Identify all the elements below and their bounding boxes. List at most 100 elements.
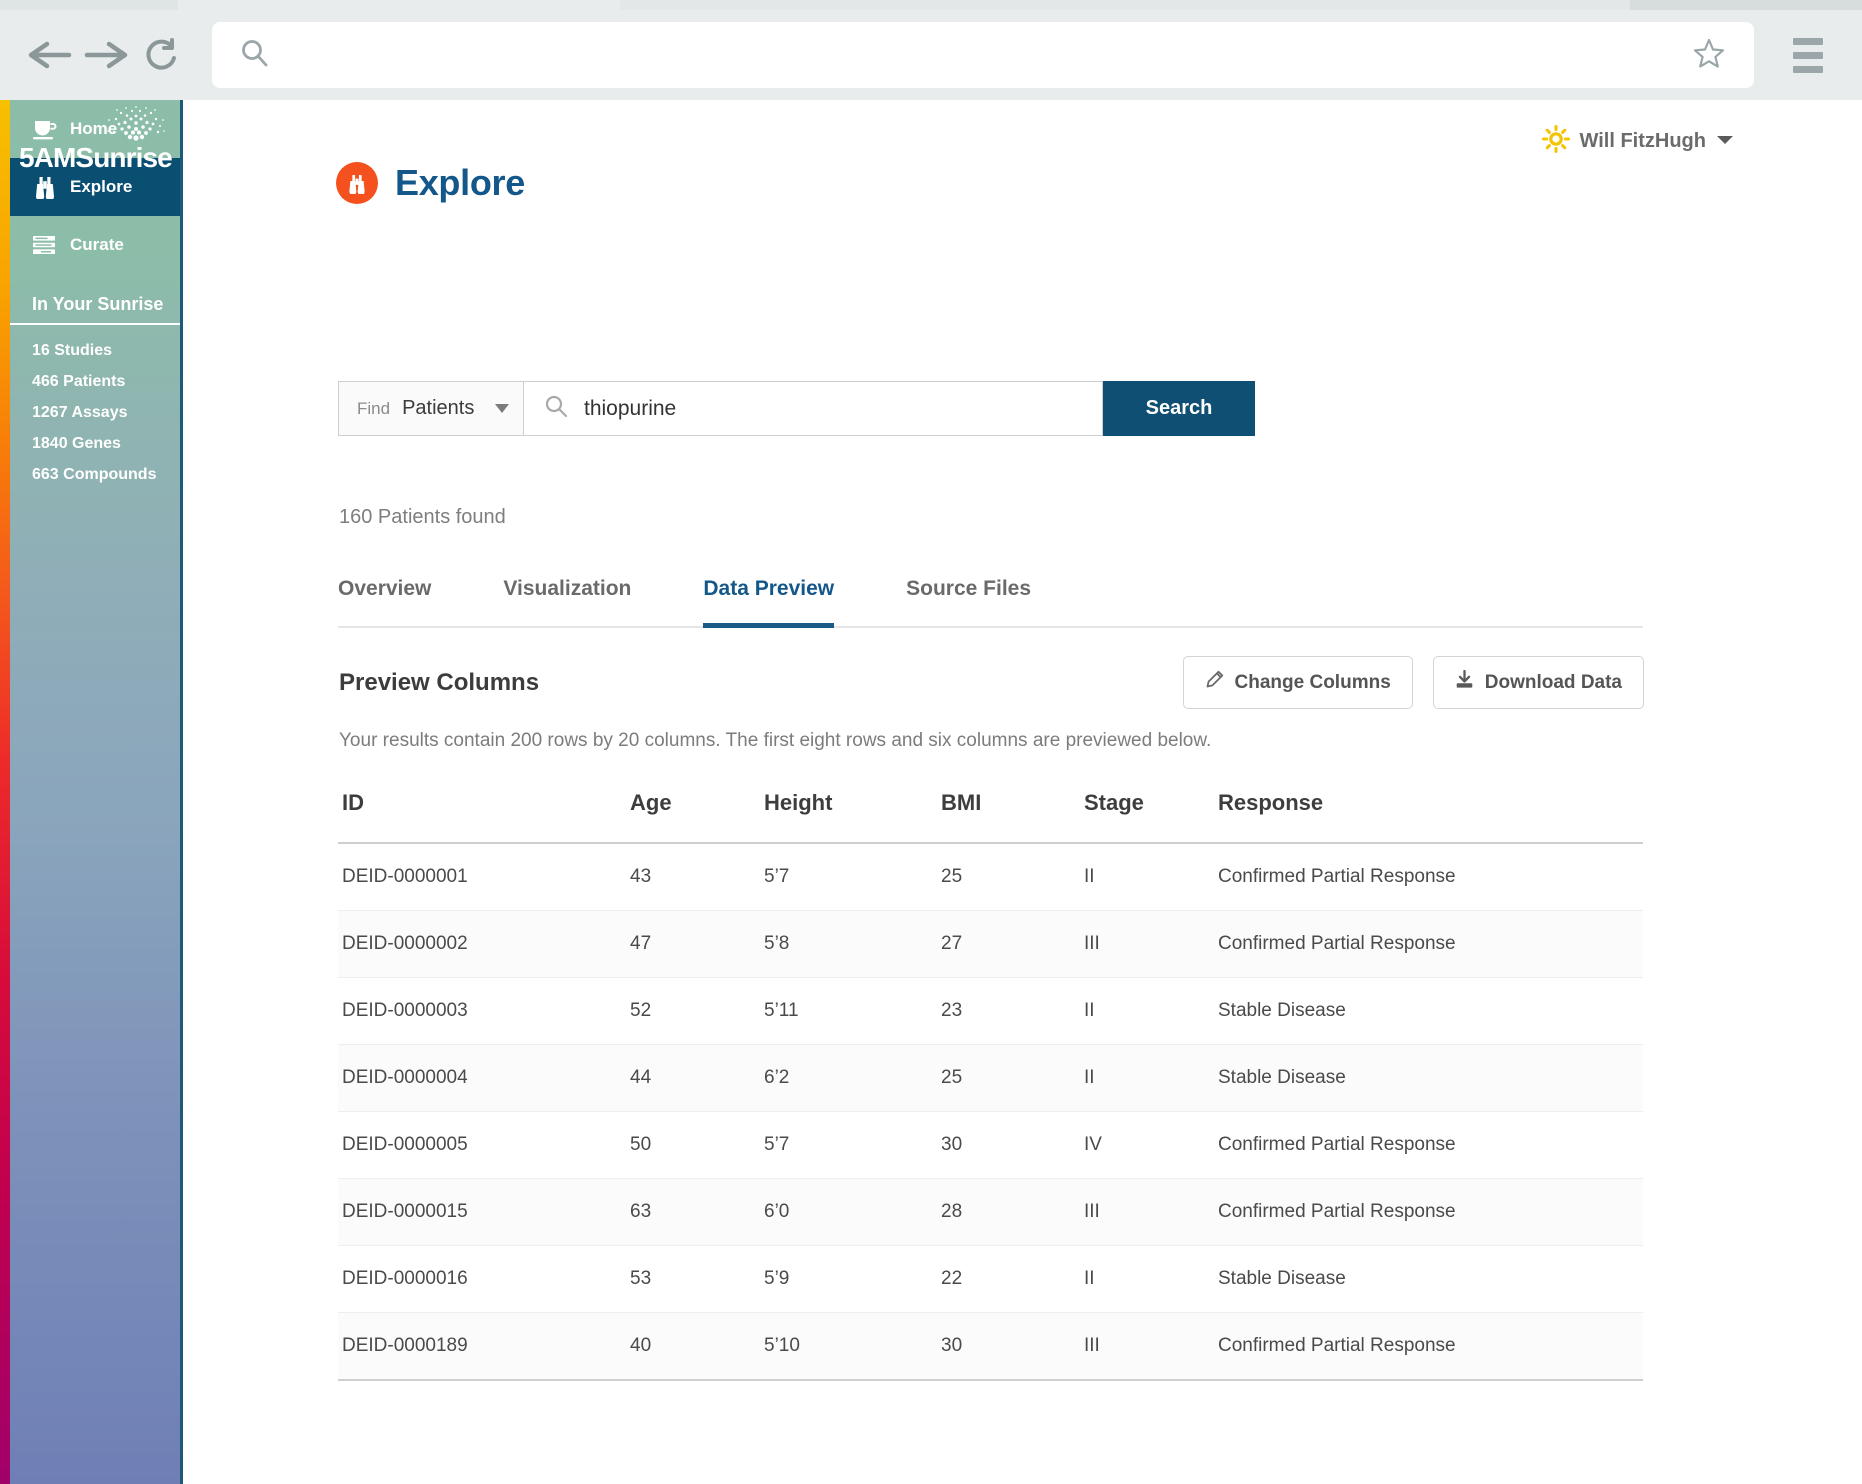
search-field[interactable] (523, 381, 1103, 436)
table-row[interactable]: DEID-0000003 52 5’11 23 II Stable Disease (338, 977, 1643, 1045)
tab-data-preview[interactable]: Data Preview (703, 577, 835, 628)
column-header-id[interactable]: ID (338, 790, 630, 844)
arrow-left-icon (27, 37, 73, 73)
tab-visualization[interactable]: Visualization (503, 577, 631, 628)
cell-stage: II (1084, 1245, 1218, 1313)
reload-button[interactable] (134, 27, 190, 83)
cell-bmi: 22 (941, 1245, 1084, 1313)
cell-bmi: 28 (941, 1178, 1084, 1246)
download-data-label: Download Data (1484, 671, 1622, 693)
cell-bmi: 25 (941, 1044, 1084, 1112)
download-data-button[interactable]: Download Data (1432, 656, 1644, 709)
table-row[interactable]: DEID-0000189 40 5’10 30 III Confirmed Partial… (338, 1312, 1643, 1381)
page-title-row: Explore (336, 162, 525, 204)
sidebar-section-title: In Your Sunrise (32, 294, 164, 314)
cell-stage: III (1084, 1178, 1218, 1246)
cell-id: DEID-0000016 (338, 1245, 630, 1313)
page-title: Explore (395, 162, 525, 203)
user-menu[interactable]: Will FitzHugh (1541, 125, 1734, 158)
search-input[interactable] (582, 382, 1086, 435)
column-header-bmi[interactable]: BMI (941, 790, 1084, 844)
cell-height: 5’7 (764, 843, 941, 911)
cell-response: Stable Disease (1218, 1245, 1643, 1313)
table-row[interactable]: DEID-0000001 43 5’7 25 II Confirmed Partial R… (338, 843, 1643, 911)
search-button[interactable]: Search (1103, 381, 1255, 436)
binoculars-icon (32, 174, 58, 200)
column-header-age[interactable]: Age (630, 790, 764, 844)
sidebar-stat-studies[interactable]: 16 Studies (10, 335, 180, 366)
cell-response: Confirmed Partial Response (1218, 1312, 1643, 1381)
cell-age: 47 (630, 910, 764, 978)
pencil-icon (1205, 670, 1224, 695)
cell-response: Confirmed Partial Response (1218, 843, 1643, 911)
sidebar-item-curate[interactable]: Curate (10, 216, 180, 274)
back-button[interactable] (22, 27, 78, 83)
star-icon[interactable] (1692, 36, 1726, 75)
cell-height: 5’10 (764, 1312, 941, 1381)
cell-bmi: 23 (941, 977, 1084, 1045)
table-row[interactable]: DEID-0000005 50 5’7 30 IV Confirmed Partial R… (338, 1111, 1643, 1179)
find-label: Find (357, 398, 391, 418)
cell-age: 63 (630, 1178, 764, 1246)
reload-icon (144, 36, 180, 74)
cell-response: Confirmed Partial Response (1218, 1178, 1643, 1246)
table-row[interactable]: DEID-0000016 53 5’9 22 II Stable Disease (338, 1245, 1643, 1313)
cell-response: Confirmed Partial Response (1218, 910, 1643, 978)
entity-type-select[interactable]: Find Patients (338, 381, 523, 436)
browser-tab[interactable] (0, 0, 178, 10)
cell-id: DEID-0000002 (338, 910, 630, 978)
coffee-cup-icon (32, 116, 58, 142)
browser-tab[interactable] (1630, 0, 1862, 10)
results-count: 160 Patients found (339, 506, 506, 528)
column-header-stage[interactable]: Stage (1084, 790, 1218, 844)
table-row[interactable]: DEID-0000015 63 6’0 28 III Confirmed Partial … (338, 1178, 1643, 1246)
cell-stage: III (1084, 1312, 1218, 1381)
sidebar-stat-genes[interactable]: 1840 Genes (10, 428, 180, 459)
address-bar[interactable] (212, 22, 1754, 88)
preview-actions: Change Columns Download Data (1182, 656, 1644, 709)
preview-header: Preview Columns Change Columns Download … (339, 656, 1644, 709)
cell-stage: IV (1084, 1111, 1218, 1179)
cell-height: 6’2 (764, 1044, 941, 1112)
change-columns-button[interactable]: Change Columns (1182, 656, 1413, 709)
cell-response: Confirmed Partial Response (1218, 1111, 1643, 1179)
sidebar-stat-assays[interactable]: 1267 Assays (10, 397, 180, 428)
cell-response: Stable Disease (1218, 1044, 1643, 1112)
cell-id: DEID-0000001 (338, 843, 630, 911)
chevron-down-icon (1716, 133, 1734, 151)
sidebar-stats-list: 16 Studies 466 Patients 1267 Assays 1840… (10, 325, 180, 490)
cell-id: DEID-0000003 (338, 977, 630, 1045)
chevron-down-icon (495, 404, 509, 413)
sidebar: 5AMSunrise Home Explore Curate In Your S… (0, 100, 183, 1484)
cell-height: 5’8 (764, 910, 941, 978)
download-icon (1455, 669, 1474, 695)
change-columns-label: Change Columns (1234, 671, 1391, 693)
table-row[interactable]: DEID-0000004 44 6’2 25 II Stable Disease (338, 1044, 1643, 1112)
column-header-height[interactable]: Height (764, 790, 941, 844)
search-icon (240, 38, 270, 73)
user-name: Will FitzHugh (1579, 130, 1706, 152)
cell-age: 52 (630, 977, 764, 1045)
address-input[interactable] (270, 22, 1692, 88)
tab-overview[interactable]: Overview (338, 577, 431, 628)
cell-age: 40 (630, 1312, 764, 1381)
column-header-response[interactable]: Response (1218, 790, 1643, 844)
cell-bmi: 27 (941, 910, 1084, 978)
sidebar-stat-patients[interactable]: 466 Patients (10, 366, 180, 397)
table-header: ID Age Height BMI Stage Response (338, 790, 1643, 844)
cell-id: DEID-0000004 (338, 1044, 630, 1112)
cell-stage: II (1084, 977, 1218, 1045)
explore-badge-icon (336, 162, 378, 204)
hamburger-menu-icon[interactable] (1776, 23, 1840, 87)
preview-description: Your results contain 200 rows by 20 colu… (339, 730, 1212, 751)
cell-stage: III (1084, 910, 1218, 978)
cell-bmi: 30 (941, 1111, 1084, 1179)
forward-button[interactable] (78, 27, 134, 83)
table-row[interactable]: DEID-0000002 47 5’8 27 III Confirmed Partial … (338, 910, 1643, 978)
cell-id: DEID-0000189 (338, 1312, 630, 1381)
tab-source-files[interactable]: Source Files (906, 577, 1031, 628)
cell-age: 53 (630, 1245, 764, 1313)
entity-type-value: Patients (402, 397, 475, 419)
cell-response: Stable Disease (1218, 977, 1643, 1045)
sidebar-stat-compounds[interactable]: 663 Compounds (10, 459, 180, 490)
